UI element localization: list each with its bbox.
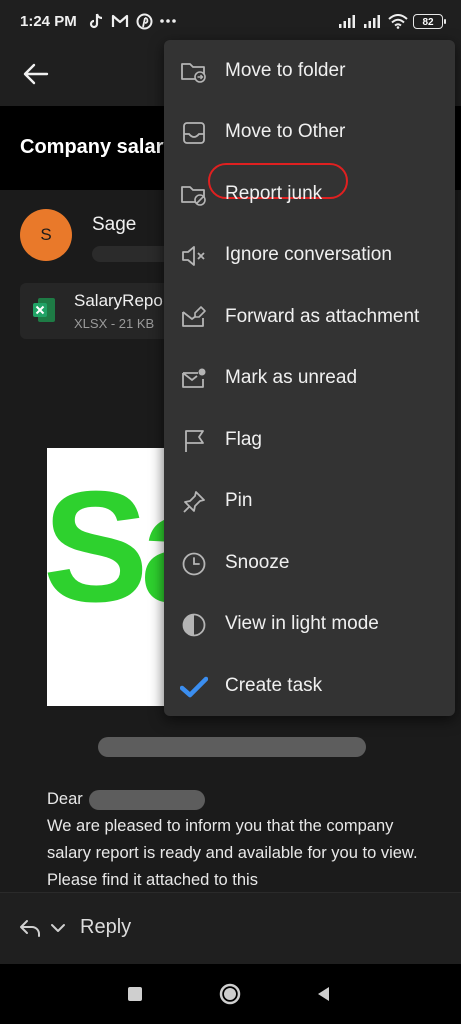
reply-arrow-icon[interactable]: [18, 917, 42, 939]
signal-icon: [338, 11, 358, 31]
menu-item-snooze[interactable]: Snooze: [164, 533, 455, 594]
wifi-icon: [388, 11, 408, 31]
gmail-icon: [110, 11, 130, 31]
menu-label: Move to folder: [225, 60, 346, 81]
menu-item-ignore-conversation[interactable]: Ignore conversation: [164, 225, 455, 286]
menu-item-view-in-light-mode[interactable]: View in light mode: [164, 594, 455, 655]
email-body: Dear We are pleased to inform you that t…: [47, 786, 427, 894]
system-nav-bar: [0, 964, 461, 1024]
menu-item-mark-as-unread[interactable]: Mark as unread: [164, 348, 455, 409]
menu-label: Report junk: [225, 183, 323, 204]
greeting-text: Dear: [47, 790, 83, 808]
signal-icon: [363, 11, 383, 31]
status-time: 1:24 PM: [20, 13, 77, 30]
status-bar: 1:24 PM 82: [0, 0, 461, 42]
tiktok-icon: [86, 11, 106, 31]
overflow-menu: Move to folder Move to Other Report junk…: [164, 40, 455, 716]
menu-label: View in light mode: [225, 613, 379, 634]
avatar[interactable]: S: [20, 209, 72, 261]
mute-icon: [180, 242, 208, 270]
menu-label: Mark as unread: [225, 367, 358, 388]
menu-label: Snooze: [225, 552, 290, 573]
menu-label: Create task: [225, 675, 323, 696]
menu-label: Move to Other: [225, 121, 346, 142]
more-dots-icon: [158, 11, 178, 31]
home-circle-icon[interactable]: [215, 980, 245, 1008]
sage-logo-image: Sa: [47, 448, 177, 706]
redacted-text-bar: [98, 737, 366, 757]
back-arrow-icon[interactable]: [16, 56, 56, 92]
email-subject: Company salary: [20, 136, 175, 158]
flag-icon: [180, 427, 208, 455]
menu-item-report-junk[interactable]: Report junk: [164, 163, 455, 225]
attachment-name: SalaryRepo: [74, 291, 163, 310]
menu-item-pin[interactable]: Pin: [164, 471, 455, 532]
pin-icon: [180, 488, 208, 516]
notification-icons: [86, 11, 178, 31]
body-paragraph: We are pleased to inform you that the co…: [47, 817, 418, 889]
excel-icon: [32, 297, 56, 323]
menu-item-forward-as-attachment[interactable]: Forward as attachment: [164, 287, 455, 348]
reply-button-label[interactable]: Reply: [80, 916, 131, 939]
menu-item-create-task[interactable]: Create task: [164, 656, 455, 717]
reply-bar[interactable]: Reply: [0, 892, 461, 965]
clock-icon: [180, 550, 208, 578]
menu-label: Flag: [225, 429, 262, 450]
system-icons: 82: [338, 11, 446, 31]
menu-label: Forward as attachment: [225, 306, 420, 327]
menu-label: Pin: [225, 490, 253, 511]
pinterest-icon: [134, 11, 154, 31]
back-triangle-icon[interactable]: [308, 980, 338, 1008]
redacted-recipient-name: [88, 789, 205, 810]
greeting-line: Dear: [47, 786, 427, 813]
redacted-sender-address: [92, 246, 172, 262]
battery-indicator: 82: [413, 13, 446, 29]
inbox-icon: [180, 119, 208, 147]
menu-item-flag[interactable]: Flag: [164, 410, 455, 471]
mail-forward-icon: [180, 304, 208, 332]
folder-move-icon: [180, 58, 208, 86]
recents-square-icon[interactable]: [120, 980, 150, 1008]
menu-item-move-to-other[interactable]: Move to Other: [164, 102, 455, 163]
attachment-card[interactable]: SalaryRepo XLSX - 21 KB: [20, 283, 180, 339]
mail-unread-icon: [180, 365, 208, 393]
folder-block-icon: [180, 181, 208, 209]
contrast-icon: [180, 611, 208, 639]
chevron-down-icon[interactable]: [50, 921, 66, 935]
menu-label: Ignore conversation: [225, 244, 392, 265]
sender-name[interactable]: Sage: [92, 214, 136, 236]
attachment-meta: XLSX - 21 KB: [74, 316, 155, 331]
logo-text: Sa: [47, 459, 177, 635]
menu-item-move-to-folder[interactable]: Move to folder: [164, 41, 455, 102]
checkmark-icon: [180, 673, 208, 701]
